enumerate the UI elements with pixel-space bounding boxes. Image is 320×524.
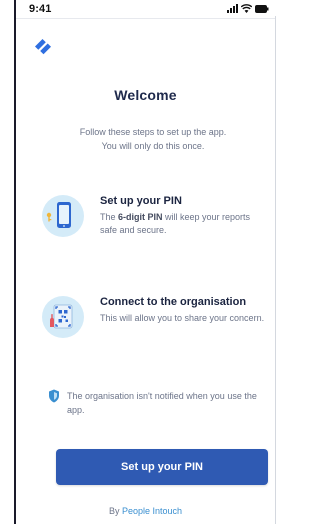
- status-icons: [227, 4, 269, 13]
- step-connect-organisation-text: Connect to the organisation This will al…: [100, 296, 268, 325]
- step-desc-prefix: The: [100, 212, 119, 222]
- notice-text: The organisation isn't notified when you…: [67, 391, 257, 415]
- step-description: This will allow you to share your concer…: [100, 313, 265, 323]
- intro-line-1: Follow these steps to set up the app.: [79, 127, 227, 137]
- status-time: 9:41: [29, 3, 52, 15]
- step-description: The 6-digit PIN will keep your reports s…: [100, 211, 268, 237]
- wifi-icon: [241, 4, 252, 13]
- intro-text: Follow these steps to set up the app. Yo…: [40, 125, 266, 153]
- screen-frame-left: [14, 0, 16, 524]
- screen-frame-right: [275, 16, 276, 524]
- step-title: Connect to the organisation: [100, 296, 247, 308]
- shield-icon: [49, 389, 59, 403]
- page-title: Welcome: [114, 87, 177, 103]
- footer-prefix: By: [108, 506, 120, 516]
- setup-pin-button[interactable]: Set up your PIN: [56, 449, 268, 485]
- battery-icon: [255, 4, 269, 13]
- footer-credit: By People Intouch: [16, 506, 275, 516]
- brand-swoosh-icon: [35, 39, 51, 55]
- phone-pin-icon: [42, 195, 84, 237]
- intro-line-2: You will only do this once.: [101, 141, 205, 151]
- step-desc-bold: 6-digit PIN: [118, 212, 163, 222]
- qr-scan-icon: [42, 296, 84, 338]
- status-bar: 9:41: [16, 0, 275, 19]
- cellular-signal-icon: [227, 4, 238, 13]
- step-setup-pin-text: Set up your PIN The 6-digit PIN will kee…: [100, 195, 268, 237]
- step-title: Set up your PIN: [100, 195, 182, 207]
- people-intouch-link[interactable]: People Intouch: [122, 506, 182, 516]
